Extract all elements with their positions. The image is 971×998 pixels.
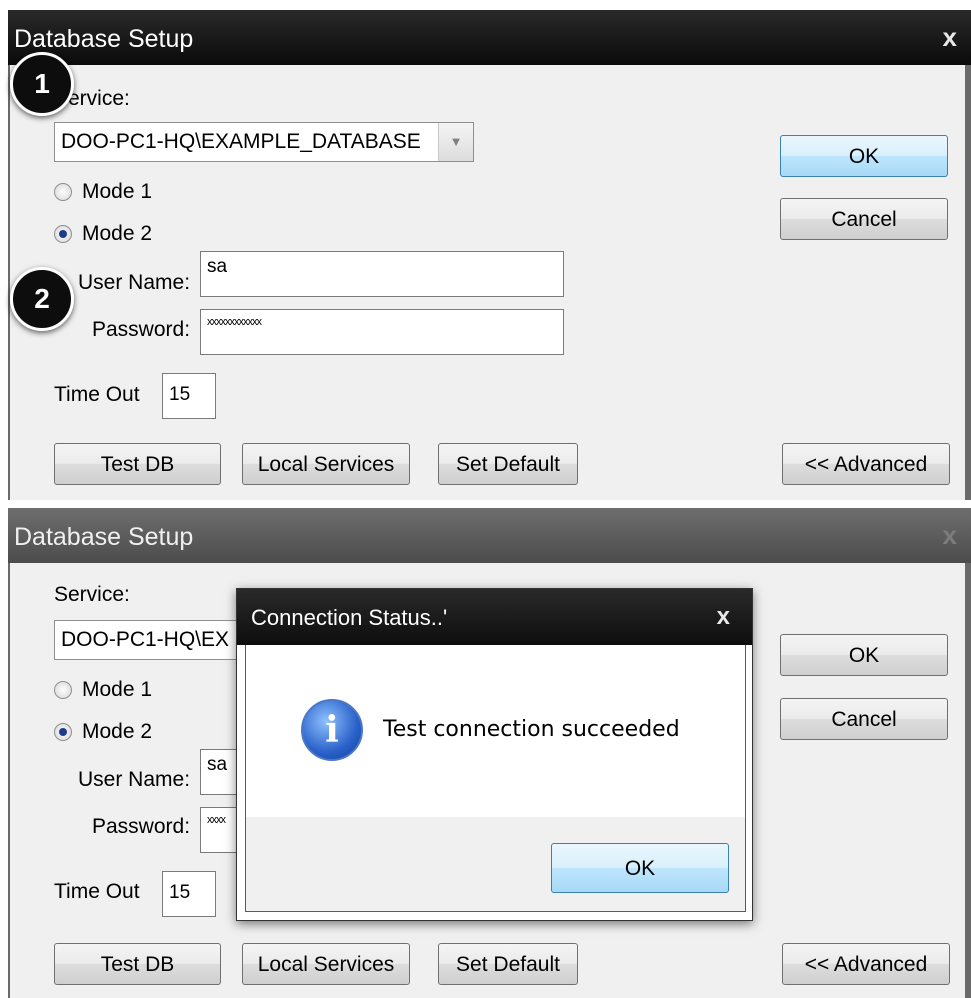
dialog-ok-button[interactable]: OK [551, 843, 729, 893]
mode1-label: Mode 1 [82, 678, 153, 701]
username-label: User Name: [78, 768, 191, 791]
dialog-message: Test connection succeeded [383, 717, 680, 742]
username-value: sa [207, 256, 228, 277]
annotation-badge-1: 1 [10, 52, 74, 116]
mode1-label: Mode 1 [82, 180, 153, 203]
local-services-button[interactable]: Local Services [242, 443, 410, 485]
service-label: Service: [54, 583, 130, 606]
window-client: ervice: DOO-PC1-HQ\EXAMPLE_DATABASE ▼ Mo… [8, 65, 971, 500]
title-bar[interactable]: Database Setup x [8, 508, 971, 563]
annotation-badge-2: 2 [10, 267, 74, 331]
close-icon[interactable]: x [943, 520, 957, 551]
window-title: Database Setup [14, 523, 194, 551]
close-icon[interactable]: x [717, 603, 730, 631]
dialog-title: Connection Status..' [251, 605, 448, 630]
advanced-button[interactable]: << Advanced [782, 443, 950, 485]
password-label: Password: [92, 318, 191, 341]
dropdown-arrow-icon[interactable]: ▼ [438, 123, 473, 161]
service-label: ervice: [68, 87, 130, 110]
dialog-title-bar[interactable]: Connection Status..' x [237, 589, 752, 645]
cancel-button[interactable]: Cancel [780, 198, 948, 240]
password-value: xxxxxxxxxxxx [207, 316, 262, 328]
mode2-radio[interactable] [54, 723, 72, 741]
timeout-label: Time Out [54, 880, 140, 903]
window-title: Database Setup [14, 25, 194, 53]
advanced-button[interactable]: << Advanced [782, 943, 950, 985]
local-services-button[interactable]: Local Services [242, 943, 410, 985]
password-field[interactable]: xxxxxxxxxxxx [200, 309, 564, 355]
divider [0, 500, 971, 508]
password-label: Password: [92, 815, 191, 838]
mode2-label: Mode 2 [82, 720, 153, 743]
close-icon[interactable]: x [943, 22, 957, 53]
mode1-radio[interactable] [54, 681, 72, 699]
info-icon: i [301, 699, 363, 761]
ok-button[interactable]: OK [780, 634, 948, 676]
username-field[interactable]: sa [200, 251, 564, 297]
set-default-button[interactable]: Set Default [438, 443, 578, 485]
timeout-label: Time Out [54, 383, 140, 406]
service-value: DOO-PC1-HQ\EXAMPLE_DATABASE [61, 130, 421, 153]
mode2-label: Mode 2 [82, 222, 153, 245]
username-label: User Name: [78, 271, 191, 294]
database-setup-window: Database Setup x ervice: DOO-PC1-HQ\EXAM… [8, 10, 971, 500]
timeout-field[interactable]: 15 [162, 373, 216, 419]
cancel-button[interactable]: Cancel [780, 698, 948, 740]
mode2-radio[interactable] [54, 225, 72, 243]
timeout-value: 15 [169, 384, 191, 405]
service-combobox[interactable]: DOO-PC1-HQ\EXAMPLE_DATABASE ▼ [54, 122, 474, 162]
password-value: xxxx [207, 814, 226, 826]
mode1-radio[interactable] [54, 183, 72, 201]
title-bar[interactable]: Database Setup x [8, 10, 971, 65]
timeout-field[interactable]: 15 [162, 871, 216, 917]
timeout-value: 15 [169, 882, 191, 903]
ok-button[interactable]: OK [780, 135, 948, 177]
dialog-button-area: OK [246, 817, 745, 911]
test-db-button[interactable]: Test DB [54, 943, 221, 985]
dialog-message-area: i Test connection succeeded [246, 645, 745, 817]
dialog-body: i Test connection succeeded OK [245, 645, 746, 912]
set-default-button[interactable]: Set Default [438, 943, 578, 985]
test-db-button[interactable]: Test DB [54, 443, 221, 485]
username-value: sa [207, 754, 228, 775]
service-value: DOO-PC1-HQ\EX [61, 628, 230, 651]
connection-status-dialog: Connection Status..' x i Test connection… [236, 588, 753, 921]
